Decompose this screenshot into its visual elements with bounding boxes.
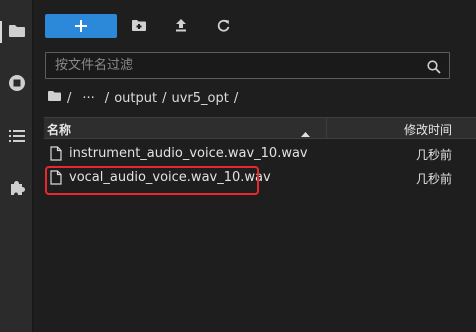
breadcrumb-uvr5-opt[interactable]: uvr5_opt	[171, 91, 228, 106]
plus-icon	[75, 17, 87, 36]
file-modified: 几秒前	[415, 172, 452, 186]
breadcrumb-ellipsis[interactable]: ···	[82, 91, 94, 106]
file-browser-window: / ··· / output / uvr5_opt / 名称 修改时间 inst	[0, 0, 476, 332]
sidebar-item-extensions[interactable]	[0, 175, 33, 205]
column-header-modified[interactable]: 修改时间	[404, 121, 452, 138]
new-launcher-button[interactable]	[45, 14, 117, 38]
file-browser-panel: / ··· / output / uvr5_opt / 名称 修改时间 inst	[34, 0, 476, 332]
breadcrumb-output[interactable]: output	[114, 91, 157, 106]
sort-ascending-icon[interactable]	[301, 126, 310, 140]
upload-button[interactable]	[169, 14, 193, 38]
toolbar	[45, 14, 235, 38]
file-row-instrument[interactable]: instrument_audio_voice.wav_10.wav 几秒前	[44, 142, 476, 166]
file-listing-header: 名称 修改时间	[44, 117, 476, 139]
folder-icon	[8, 23, 26, 42]
file-icon	[50, 170, 62, 189]
column-divider[interactable]	[326, 118, 327, 138]
breadcrumb-separator: /	[67, 90, 72, 106]
breadcrumb-separator: /	[162, 90, 167, 106]
breadcrumb-home-folder-icon[interactable]	[47, 90, 62, 106]
file-listing: 名称 修改时间 instrument_audio_voice.wav_10.wa…	[44, 117, 476, 190]
new-folder-icon	[131, 17, 147, 36]
stop-circle-icon	[8, 74, 26, 96]
file-icon	[50, 146, 62, 165]
sidebar-item-running[interactable]	[0, 70, 33, 100]
breadcrumb-separator: /	[233, 90, 239, 106]
refresh-icon	[217, 17, 230, 36]
new-folder-button[interactable]	[127, 14, 151, 38]
filter-input[interactable]	[46, 53, 416, 78]
file-modified: 几秒前	[415, 148, 452, 162]
file-name: instrument_audio_voice.wav_10.wav	[69, 146, 308, 161]
sidebar-item-file-browser[interactable]	[0, 17, 33, 47]
search-icon[interactable]	[427, 59, 441, 78]
file-row-vocal[interactable]: vocal_audio_voice.wav_10.wav 几秒前	[44, 166, 476, 190]
puzzle-icon	[8, 179, 26, 201]
sidebar-item-table-of-contents[interactable]	[0, 122, 33, 152]
breadcrumb: / ··· / output / uvr5_opt /	[47, 89, 243, 107]
breadcrumb-separator: /	[104, 90, 110, 106]
refresh-button[interactable]	[211, 14, 235, 38]
file-name: vocal_audio_voice.wav_10.wav	[69, 170, 271, 185]
upload-icon	[175, 17, 187, 36]
list-icon	[8, 128, 26, 147]
filter-search-box	[45, 52, 450, 79]
column-header-name[interactable]: 名称	[47, 121, 71, 138]
activity-bar	[0, 0, 33, 332]
